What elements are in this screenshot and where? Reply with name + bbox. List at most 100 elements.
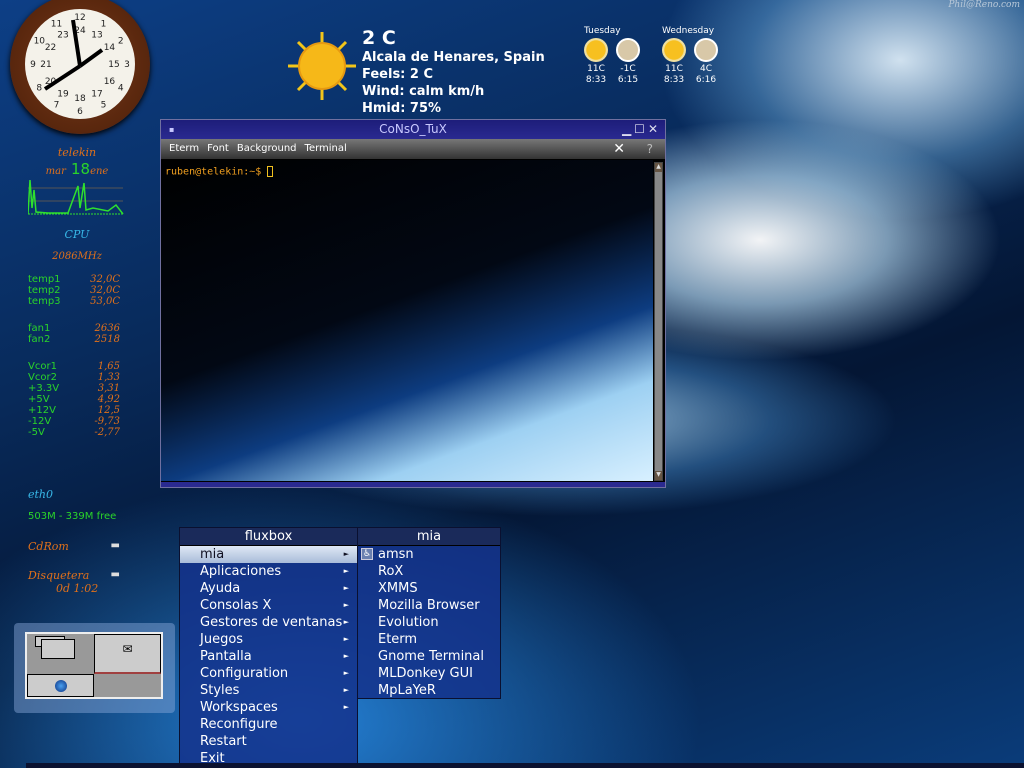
cpu-graph bbox=[27, 179, 124, 215]
menu-item[interactable]: Restart bbox=[180, 733, 357, 750]
menu-item-label: Juegos bbox=[200, 632, 244, 647]
submenu-item-label: Eterm bbox=[378, 632, 418, 647]
clock-number: 23 bbox=[57, 31, 68, 41]
workspace-2[interactable]: ✉ bbox=[94, 634, 161, 674]
hostname: telekin bbox=[57, 146, 97, 159]
forecast-day: Wednesday 11C 8:33 4C 6:16 bbox=[662, 26, 718, 86]
terminal-menu-bar: Eterm Font Background Terminal ✕ ? bbox=[161, 139, 665, 159]
clock-number: 21 bbox=[40, 60, 51, 70]
system-monitor: telekin mar 18ene CPU 2086MHz temp1 32,0C… bbox=[22, 146, 132, 595]
menu-background[interactable]: Background bbox=[237, 139, 297, 159]
cpu-label: CPU bbox=[64, 228, 90, 241]
menu-item[interactable]: Pantalla ► bbox=[180, 648, 357, 665]
menu-item[interactable]: mia ► bbox=[180, 546, 357, 563]
submenu-item[interactable]: Gnome Terminal bbox=[358, 648, 500, 665]
title-bar[interactable]: ▪ CoNsO_TuX ▁☐✕ bbox=[161, 120, 665, 139]
eject-icon[interactable]: ▬ bbox=[111, 569, 120, 582]
menu-item-label: Workspaces bbox=[200, 700, 278, 715]
menu-item-label: Aplicaciones bbox=[200, 564, 282, 579]
submenu-item[interactable]: ♿ amsn bbox=[358, 546, 500, 563]
submenu-item[interactable]: MpLaYeR bbox=[358, 682, 500, 699]
sensor-label: temp2 bbox=[28, 285, 61, 296]
sensor-label: -12V bbox=[28, 416, 52, 427]
submenu-title: mia bbox=[358, 528, 500, 546]
help-icon[interactable]: ? bbox=[647, 139, 653, 159]
clock-number: 16 bbox=[104, 77, 116, 87]
location: Alcala de Henares, Spain bbox=[362, 50, 545, 65]
submenu-item[interactable]: Eterm bbox=[358, 631, 500, 648]
forecast-day: Tuesday 11C 8:33 -1C 6:15 bbox=[584, 26, 640, 86]
sensor-value: 12,5 bbox=[97, 405, 120, 416]
scrollbar[interactable]: ▲ ▼ bbox=[654, 162, 663, 481]
forecast-day-label: Wednesday bbox=[662, 26, 715, 36]
fluxbox-root-menu: fluxbox mia ► Aplicaciones ► Ayuda ► Consolas … bbox=[179, 527, 358, 768]
sensor-value: 1,65 bbox=[97, 361, 120, 372]
menu-item-label: Configuration bbox=[200, 666, 289, 681]
menu-terminal[interactable]: Terminal bbox=[305, 139, 347, 159]
window-handle[interactable] bbox=[161, 482, 665, 487]
menu-item[interactable]: Juegos ► bbox=[180, 631, 357, 648]
sensor-row: temp3 53,0C bbox=[28, 296, 120, 307]
submenu-item[interactable]: Mozilla Browser bbox=[358, 597, 500, 614]
accessibility-icon: ♿ bbox=[361, 548, 373, 560]
window-menu-icon[interactable]: ▪ bbox=[169, 120, 174, 139]
menu-item[interactable]: Aplicaciones ► bbox=[180, 563, 357, 580]
sensor-row: temp2 32,0C bbox=[28, 285, 120, 296]
workspace-4[interactable] bbox=[94, 674, 161, 697]
scroll-down-icon[interactable]: ▼ bbox=[655, 471, 662, 480]
sensor-value: -2,77 bbox=[94, 427, 120, 438]
toolbar bbox=[26, 763, 1024, 768]
sensor-value: 2636 bbox=[94, 323, 120, 334]
terminal-window: ▪ CoNsO_TuX ▁☐✕ Eterm Font Background Te… bbox=[160, 119, 666, 488]
workspace-1[interactable] bbox=[27, 634, 94, 674]
minimize-icon[interactable]: ▁ bbox=[622, 122, 634, 136]
sensor-row: -5V -2,77 bbox=[28, 427, 120, 438]
sunrise: 8:33 bbox=[663, 75, 685, 85]
sensor-label: +12V bbox=[28, 405, 56, 416]
clock-number: 3 bbox=[124, 60, 130, 70]
forecast-day-label: Tuesday bbox=[584, 26, 621, 36]
maximize-icon[interactable]: ☐ bbox=[634, 122, 648, 136]
submenu-item-label: Mozilla Browser bbox=[378, 598, 480, 613]
submenu-item[interactable]: MLDonkey GUI bbox=[358, 665, 500, 682]
weekday: mar bbox=[45, 166, 66, 177]
submenu-arrow-icon: ► bbox=[343, 635, 349, 643]
menu-item[interactable]: Workspaces ► bbox=[180, 699, 357, 716]
floppy-label: Disquetera bbox=[28, 569, 90, 582]
workspace-3[interactable] bbox=[27, 674, 94, 697]
close-icon[interactable]: ✕ bbox=[613, 139, 625, 159]
day: 18 bbox=[70, 160, 91, 178]
menu-item-label: Consolas X bbox=[200, 598, 272, 613]
menu-item[interactable]: Configuration ► bbox=[180, 665, 357, 682]
moon-icon bbox=[616, 38, 640, 62]
clock-number: 9 bbox=[30, 60, 36, 70]
menu-item[interactable]: Reconfigure bbox=[180, 716, 357, 733]
close-icon[interactable]: ✕ bbox=[648, 122, 661, 136]
menu-item-label: Restart bbox=[200, 734, 247, 749]
sunset: 6:15 bbox=[617, 75, 639, 85]
submenu-item[interactable]: XMMS bbox=[358, 580, 500, 597]
submenu-item[interactable]: RoX bbox=[358, 563, 500, 580]
submenu-arrow-icon: ► bbox=[343, 618, 349, 626]
eject-icon[interactable]: ▬ bbox=[111, 540, 120, 553]
high-temp: 11C bbox=[665, 64, 683, 74]
cursor bbox=[267, 166, 274, 177]
menu-item[interactable]: Ayuda ► bbox=[180, 580, 357, 597]
sensor-row: Vcor2 1,33 bbox=[28, 372, 120, 383]
menu-eterm[interactable]: Eterm bbox=[169, 139, 199, 159]
menu-item[interactable]: Gestores de ventanas ► bbox=[180, 614, 357, 631]
clock-number: 8 bbox=[36, 84, 42, 94]
menu-item[interactable]: Styles ► bbox=[180, 682, 357, 699]
terminal-content[interactable]: ruben@telekin:~$ bbox=[161, 160, 653, 481]
menu-title: fluxbox bbox=[180, 528, 357, 546]
menu-font[interactable]: Font bbox=[207, 139, 229, 159]
scroll-up-icon[interactable]: ▲ bbox=[655, 163, 662, 172]
submenu-item[interactable]: Evolution bbox=[358, 614, 500, 631]
clock-number: 4 bbox=[118, 84, 124, 94]
humidity: Hmid: 75% bbox=[362, 101, 442, 116]
sensor-label: fan2 bbox=[28, 334, 51, 345]
network-label: eth0 bbox=[28, 488, 54, 501]
current-temp: 2 C bbox=[362, 27, 396, 49]
clock-number: 13 bbox=[91, 31, 102, 41]
menu-item[interactable]: Consolas X ► bbox=[180, 597, 357, 614]
